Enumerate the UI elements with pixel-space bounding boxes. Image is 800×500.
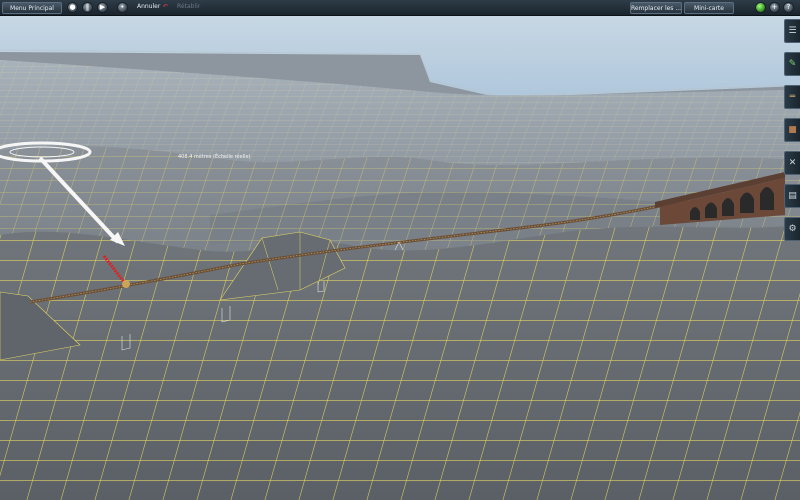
terrain-viewport[interactable] xyxy=(0,0,800,500)
object-tool-icon[interactable]: ■ xyxy=(784,118,800,142)
distance-readout: 408.4 mètres (Échelle réelle) xyxy=(178,154,251,160)
main-menu-button[interactable]: Menu Principal xyxy=(2,2,62,14)
pause-icon[interactable]: ‖ xyxy=(82,2,93,13)
settings-tool-icon[interactable]: ⚙ xyxy=(784,217,800,241)
redo-button[interactable]: Rétablir xyxy=(177,3,200,10)
help-icon[interactable]: ? xyxy=(783,2,794,13)
paint-tool-icon[interactable]: ✎ xyxy=(784,52,800,76)
wrench-tool-icon[interactable]: ✕ xyxy=(784,151,800,175)
replace-button[interactable]: Remplacer les ... xyxy=(630,2,682,14)
camera-icon[interactable]: ● xyxy=(67,2,78,13)
track-tool-icon[interactable]: ═ xyxy=(784,85,800,109)
undo-button[interactable]: Annuler xyxy=(137,3,160,10)
add-icon[interactable]: + xyxy=(769,2,780,13)
play-icon[interactable]: ▶ xyxy=(97,2,108,13)
clock-icon[interactable]: • xyxy=(117,2,128,13)
train-tool-icon[interactable]: ☰ xyxy=(784,19,800,43)
minimap-button[interactable]: Mini-carte xyxy=(684,2,734,14)
top-toolbar: Menu Principal ● ‖ ▶ • Annuler ↶ Rétabli… xyxy=(0,0,800,16)
status-light-icon[interactable] xyxy=(755,2,766,13)
layers-tool-icon[interactable]: ▤ xyxy=(784,184,800,208)
undo-arrow-icon: ↶ xyxy=(163,3,169,10)
